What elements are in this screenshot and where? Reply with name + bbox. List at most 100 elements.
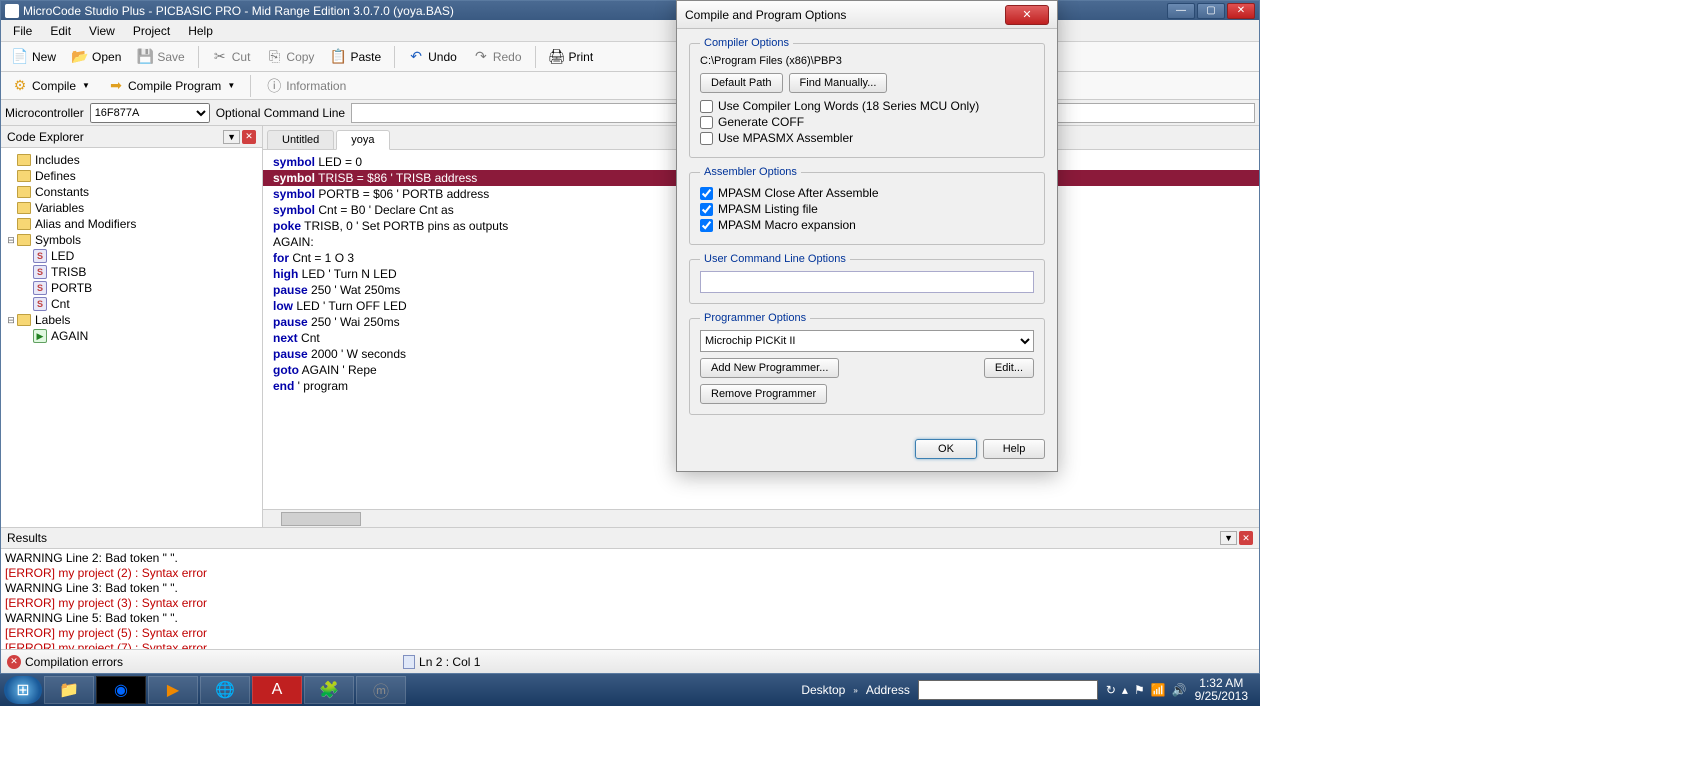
tray-network-icon[interactable]: 📶 bbox=[1151, 683, 1166, 697]
tab-untitled[interactable]: Untitled bbox=[267, 130, 334, 149]
tree-symbol-led[interactable]: SLED bbox=[5, 248, 258, 264]
results-line[interactable]: WARNING Line 3: Bad token " ". bbox=[5, 581, 1255, 596]
new-button[interactable]: 📄New bbox=[5, 45, 63, 69]
tree-includes[interactable]: Includes bbox=[5, 152, 258, 168]
taskbar-explorer[interactable]: 📁 bbox=[44, 676, 94, 704]
macro-expansion-checkbox[interactable]: MPASM Macro expansion bbox=[700, 218, 1034, 232]
explorer-header: Code Explorer ▼ ✕ bbox=[1, 126, 262, 148]
close-panel-button[interactable]: ✕ bbox=[242, 130, 256, 144]
tab-yoya[interactable]: yoya bbox=[336, 130, 389, 150]
folder-icon bbox=[17, 218, 31, 230]
taskbar: ⊞ 📁 ◉ ▶ 🌐 A 🧩 ⓜ Desktop » Address ↻ ▴ ⚑ … bbox=[0, 674, 1260, 706]
status-errors: ✕Compilation errors bbox=[7, 655, 123, 669]
print-icon: 🖨 bbox=[549, 49, 565, 65]
ok-button[interactable]: OK bbox=[915, 439, 977, 459]
copy-icon: ⎘ bbox=[266, 49, 282, 65]
results-line[interactable]: WARNING Line 5: Bad token " ". bbox=[5, 611, 1255, 626]
mcu-select[interactable]: 16F877A bbox=[90, 103, 210, 123]
results-line[interactable]: WARNING Line 2: Bad token " ". bbox=[5, 551, 1255, 566]
save-button[interactable]: 💾Save bbox=[130, 45, 191, 69]
compile-button[interactable]: ⚙Compile▼ bbox=[5, 74, 97, 98]
information-button[interactable]: ⓘInformation bbox=[259, 74, 353, 98]
menu-file[interactable]: File bbox=[5, 22, 40, 40]
find-manually-button[interactable]: Find Manually... bbox=[789, 73, 888, 93]
toolbar: 📄New 📂Open 💾Save ✂Cut ⎘Copy 📋Paste ↶Undo… bbox=[1, 42, 1259, 72]
statusbar: ✕Compilation errors Ln 2 : Col 1 bbox=[1, 649, 1259, 673]
copy-button[interactable]: ⎘Copy bbox=[259, 45, 321, 69]
tray-expand-icon[interactable]: ▴ bbox=[1122, 683, 1128, 697]
long-words-checkbox[interactable]: Use Compiler Long Words (18 Series MCU O… bbox=[700, 99, 1034, 113]
help-button[interactable]: Help bbox=[983, 439, 1045, 459]
system-tray: Desktop » Address ↻ ▴ ⚑ 📶 🔊 1:32 AM9/25/… bbox=[801, 677, 1256, 703]
tree-symbol-cnt[interactable]: SCnt bbox=[5, 296, 258, 312]
taskbar-app2[interactable]: ⓜ bbox=[356, 676, 406, 704]
minimize-button[interactable]: — bbox=[1167, 3, 1195, 19]
menu-view[interactable]: View bbox=[81, 22, 123, 40]
taskbar-address-input[interactable] bbox=[918, 680, 1098, 700]
close-results-button[interactable]: ✕ bbox=[1239, 531, 1253, 545]
cut-button[interactable]: ✂Cut bbox=[205, 45, 258, 69]
maximize-button[interactable]: ▢ bbox=[1197, 3, 1225, 19]
user-cmdline-input[interactable] bbox=[700, 271, 1034, 293]
dialog-close-button[interactable]: ✕ bbox=[1005, 5, 1049, 25]
tree-defines[interactable]: Defines bbox=[5, 168, 258, 184]
compile-program-button[interactable]: ➡Compile Program▼ bbox=[101, 74, 242, 98]
tree-label-again[interactable]: ▶AGAIN bbox=[5, 328, 258, 344]
remove-programmer-button[interactable]: Remove Programmer bbox=[700, 384, 827, 404]
redo-button[interactable]: ↷Redo bbox=[466, 45, 529, 69]
horizontal-scrollbar[interactable] bbox=[263, 509, 1259, 527]
tree-symbols[interactable]: ⊟Symbols bbox=[5, 232, 258, 248]
tree-labels[interactable]: ⊟Labels bbox=[5, 312, 258, 328]
taskbar-adobe[interactable]: A bbox=[252, 676, 302, 704]
tree-symbol-trisb[interactable]: STRISB bbox=[5, 264, 258, 280]
print-button[interactable]: 🖨Print bbox=[542, 45, 601, 69]
taskbar-media[interactable]: ▶ bbox=[148, 676, 198, 704]
results-line[interactable]: [ERROR] my project (3) : Syntax error bbox=[5, 596, 1255, 611]
separator bbox=[250, 75, 251, 97]
tray-refresh-icon[interactable]: ↻ bbox=[1106, 683, 1116, 697]
mpasmx-checkbox[interactable]: Use MPASMX Assembler bbox=[700, 131, 1034, 145]
results-line[interactable]: [ERROR] my project (2) : Syntax error bbox=[5, 566, 1255, 581]
results-panel[interactable]: WARNING Line 2: Bad token " ".[ERROR] my… bbox=[1, 549, 1259, 649]
add-programmer-button[interactable]: Add New Programmer... bbox=[700, 358, 839, 378]
tray-flag-icon[interactable]: ⚑ bbox=[1134, 683, 1145, 697]
listing-file-checkbox[interactable]: MPASM Listing file bbox=[700, 202, 1034, 216]
address-label: Address bbox=[866, 683, 910, 697]
results-line[interactable]: [ERROR] my project (5) : Syntax error bbox=[5, 626, 1255, 641]
folder-icon bbox=[17, 186, 31, 198]
programmer-select[interactable]: Microchip PICKit II bbox=[700, 330, 1034, 352]
redo-icon: ↷ bbox=[473, 49, 489, 65]
open-button[interactable]: 📂Open bbox=[65, 45, 128, 69]
results-line[interactable]: [ERROR] my project (7) : Syntax error bbox=[5, 641, 1255, 649]
tree-constants[interactable]: Constants bbox=[5, 184, 258, 200]
menu-project[interactable]: Project bbox=[125, 22, 178, 40]
taskbar-chrome[interactable]: 🌐 bbox=[200, 676, 250, 704]
undo-button[interactable]: ↶Undo bbox=[401, 45, 464, 69]
close-after-assemble-checkbox[interactable]: MPASM Close After Assemble bbox=[700, 186, 1034, 200]
default-path-button[interactable]: Default Path bbox=[700, 73, 783, 93]
document-icon bbox=[403, 655, 415, 669]
taskbar-clock[interactable]: 1:32 AM9/25/2013 bbox=[1195, 677, 1248, 703]
paste-button[interactable]: 📋Paste bbox=[323, 45, 388, 69]
menu-edit[interactable]: Edit bbox=[42, 22, 79, 40]
tree-variables[interactable]: Variables bbox=[5, 200, 258, 216]
dialog-body: Compiler Options C:\Program Files (x86)\… bbox=[677, 29, 1057, 431]
taskbar-ide[interactable]: 🧩 bbox=[304, 676, 354, 704]
scrollbar-thumb[interactable] bbox=[281, 512, 361, 526]
tree-alias[interactable]: Alias and Modifiers bbox=[5, 216, 258, 232]
generate-coff-checkbox[interactable]: Generate COFF bbox=[700, 115, 1034, 129]
taskbar-app[interactable]: ◉ bbox=[96, 676, 146, 704]
tray-volume-icon[interactable]: 🔊 bbox=[1172, 683, 1187, 697]
edit-programmer-button[interactable]: Edit... bbox=[984, 358, 1034, 378]
close-button[interactable]: ✕ bbox=[1227, 3, 1255, 19]
dropdown-icon[interactable]: ▼ bbox=[1220, 531, 1237, 545]
menu-help[interactable]: Help bbox=[180, 22, 221, 40]
chevron-icon[interactable]: » bbox=[853, 686, 857, 695]
tree-symbol-portb[interactable]: SPORTB bbox=[5, 280, 258, 296]
symbol-icon: S bbox=[33, 249, 47, 263]
dropdown-icon[interactable]: ▼ bbox=[223, 130, 240, 144]
undo-icon: ↶ bbox=[408, 49, 424, 65]
dialog-titlebar: Compile and Program Options ✕ bbox=[677, 1, 1057, 29]
desktop-toolbar-label[interactable]: Desktop bbox=[801, 683, 845, 697]
start-button[interactable]: ⊞ bbox=[4, 676, 42, 704]
